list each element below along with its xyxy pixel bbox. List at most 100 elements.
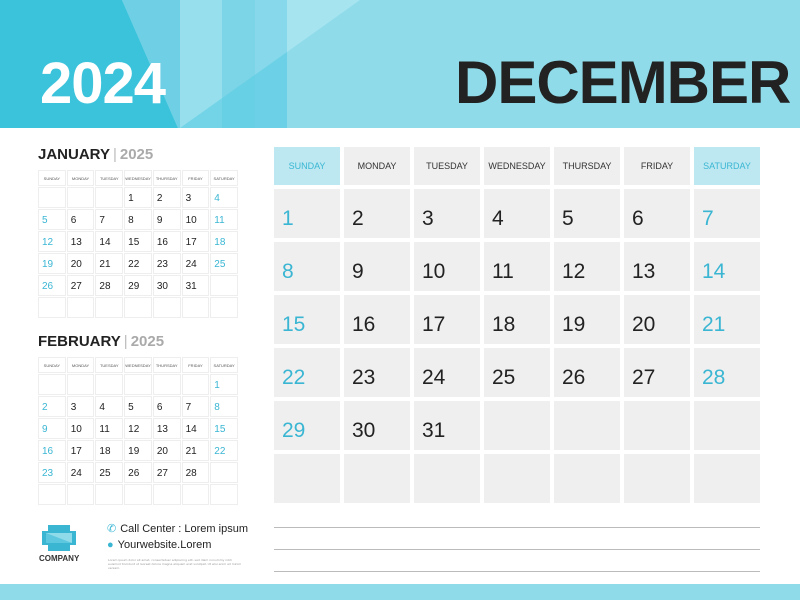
mini-day-cell: 3 <box>66 396 95 417</box>
mini-day-cell: 24 <box>181 253 210 274</box>
mini-day-cell: 20 <box>152 440 181 461</box>
mini-day-cell <box>124 374 152 395</box>
mini-day-cell: 22 <box>124 253 152 274</box>
mini-day-cell: 11 <box>95 418 124 439</box>
mini-day-cell <box>38 297 66 318</box>
mini-weekday-header: SATURDAY <box>210 170 238 186</box>
mini-weekday-header: TUESDAY <box>95 357 124 373</box>
day-cell <box>694 401 760 450</box>
mini-day-cell: 21 <box>181 440 210 461</box>
day-cell <box>694 454 760 503</box>
mini-day-cell: 28 <box>181 462 210 483</box>
mini-day-cell <box>210 275 238 296</box>
day-cell: 2 <box>344 189 410 238</box>
mini-day-cell: 17 <box>181 231 210 252</box>
mini-day-cell: 23 <box>152 253 181 274</box>
footer-bar <box>0 584 800 600</box>
note-line <box>274 527 760 528</box>
mini-day-cell: 19 <box>38 253 66 274</box>
mini-day-cell: 30 <box>152 275 181 296</box>
day-cell: 29 <box>274 401 340 450</box>
day-cell <box>274 454 340 503</box>
website-text[interactable]: Yourwebsite.Lorem <box>118 539 212 551</box>
mini-day-cell: 5 <box>38 209 66 230</box>
weekday-header: MONDAY <box>344 147 410 185</box>
mini-day-cell: 5 <box>124 396 152 417</box>
mini-day-cell: 27 <box>66 275 95 296</box>
mini-day-cell <box>181 484 210 505</box>
mini-day-cell: 9 <box>152 209 181 230</box>
mini-day-cell: 29 <box>124 275 152 296</box>
day-cell <box>414 454 480 503</box>
mini-day-cell: 25 <box>210 253 238 274</box>
mini-day-cell: 31 <box>181 275 210 296</box>
website[interactable]: ● Yourwebsite.Lorem <box>107 539 211 551</box>
mini-month-name: JANUARY <box>38 146 110 163</box>
mini-year: 2025 <box>119 146 154 163</box>
mini-day-cell: 19 <box>124 440 152 461</box>
day-cell <box>484 454 550 503</box>
mini-day-cell: 7 <box>181 396 210 417</box>
day-cell: 16 <box>344 295 410 344</box>
mini-day-cell <box>66 484 95 505</box>
mini-day-cell: 28 <box>95 275 124 296</box>
day-cell: 13 <box>624 242 690 291</box>
mini-grid: SUNDAY MONDAY TUESDAY WEDNESDAY THURSDAY FRID… <box>38 357 238 505</box>
mini-weekday-header: SUNDAY <box>38 357 66 373</box>
mini-day-cell <box>95 374 124 395</box>
mini-day-cell <box>124 484 152 505</box>
mini-day-cell <box>152 297 181 318</box>
mini-day-cell <box>95 297 124 318</box>
mini-day-cell: 23 <box>38 462 66 483</box>
phone-icon: ✆ <box>107 523 117 535</box>
mini-day-cell: 4 <box>210 187 238 208</box>
mini-weekday-header: FRIDAY <box>181 170 210 186</box>
year-title: 2024 <box>40 51 166 116</box>
day-cell: 22 <box>274 348 340 397</box>
mini-day-cell: 16 <box>152 231 181 252</box>
mini-day-cell: 10 <box>66 418 95 439</box>
day-cell: 9 <box>344 242 410 291</box>
mini-day-cell: 12 <box>124 418 152 439</box>
mini-weekday-header: TUESDAY <box>95 170 124 186</box>
day-cell <box>554 401 620 450</box>
mini-day-cell: 12 <box>38 231 66 252</box>
day-cell <box>484 401 550 450</box>
note-line <box>274 571 760 572</box>
call-center-text: Call Center : Lorem ipsum <box>120 522 248 535</box>
mini-day-cell: 11 <box>210 209 238 230</box>
mini-day-cell: 16 <box>38 440 66 461</box>
day-cell: 30 <box>344 401 410 450</box>
day-cell: 4 <box>484 189 550 238</box>
day-cell: 12 <box>554 242 620 291</box>
mini-year: 2025 <box>130 333 165 350</box>
mini-weekday-header: SUNDAY <box>38 170 66 186</box>
mini-day-cell: 13 <box>66 231 95 252</box>
mini-day-cell: 1 <box>210 374 238 395</box>
day-cell: 27 <box>624 348 690 397</box>
mini-day-cell <box>38 187 66 208</box>
day-cell: 26 <box>554 348 620 397</box>
mini-weekday-header: THURSDAY <box>152 357 181 373</box>
mini-day-cell <box>210 462 238 483</box>
day-cell <box>344 454 410 503</box>
day-cell <box>624 401 690 450</box>
day-cell: 15 <box>274 295 340 344</box>
mini-day-cell <box>66 297 95 318</box>
mini-day-cell <box>66 374 95 395</box>
weekday-header: SUNDAY <box>274 147 340 185</box>
mini-day-cell <box>38 374 66 395</box>
mini-day-cell <box>38 484 66 505</box>
mini-weekday-header: MONDAY <box>66 170 95 186</box>
day-cell: 31 <box>414 401 480 450</box>
divider: | <box>123 333 128 350</box>
main-calendar-grid: SUNDAY MONDAY TUESDAY WEDNESDAY THURSDAY FRID… <box>274 147 760 503</box>
mini-weekday-header: MONDAY <box>66 357 95 373</box>
mini-day-cell: 6 <box>66 209 95 230</box>
mini-day-cell <box>210 484 238 505</box>
mini-weekday-header: THURSDAY <box>152 170 181 186</box>
day-cell: 10 <box>414 242 480 291</box>
mini-day-cell: 7 <box>95 209 124 230</box>
day-cell: 8 <box>274 242 340 291</box>
mini-day-cell: 8 <box>124 209 152 230</box>
